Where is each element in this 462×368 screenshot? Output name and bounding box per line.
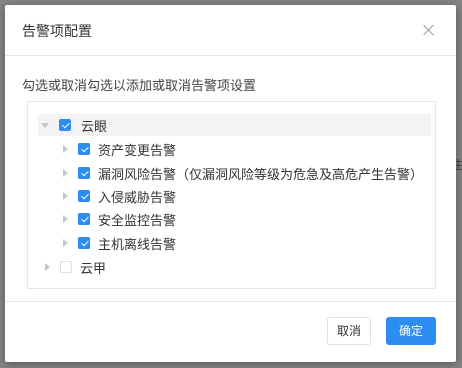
alert-config-dialog: 告警项配置 勾选或取消勾选以添加或取消告警项设置 云眼 资产变更告警 漏洞风险告…: [5, 5, 456, 362]
confirm-button[interactable]: 确定: [386, 317, 436, 345]
tree-node-label: 云甲: [80, 261, 107, 277]
close-icon[interactable]: [422, 23, 436, 37]
tree-node-label: 资产变更告警: [98, 143, 177, 159]
tree-node-security-monitor[interactable]: 安全监控告警: [63, 208, 176, 230]
dialog-title: 告警项配置: [22, 24, 92, 40]
collapse-caret-icon[interactable]: [63, 145, 68, 153]
tree-node-vulnerability[interactable]: 漏洞风险告警（仅漏洞风险等级为危急及高危产生告警）: [63, 162, 423, 184]
dialog-description: 勾选或取消勾选以添加或取消告警项设置: [22, 79, 257, 94]
tree-node-asset-change[interactable]: 资产变更告警: [63, 138, 176, 160]
collapse-caret-icon[interactable]: [63, 215, 68, 223]
checkbox-yunyan[interactable]: [59, 119, 71, 131]
expand-caret-icon[interactable]: [41, 122, 49, 128]
checkbox-vulnerability[interactable]: [78, 167, 90, 179]
tree-node-intrusion[interactable]: 入侵威胁告警: [63, 185, 176, 207]
tree-node-yunyan[interactable]: 云眼: [38, 114, 431, 136]
tree-node-label: 入侵威胁告警: [98, 190, 177, 206]
cancel-button[interactable]: 取消: [327, 317, 371, 345]
checkbox-yunjia[interactable]: [60, 261, 72, 273]
checkbox-security-monitor[interactable]: [78, 213, 90, 225]
tree-node-host-offline[interactable]: 主机离线告警: [63, 232, 176, 254]
collapse-caret-icon[interactable]: [45, 263, 50, 271]
dialog-header: 告警项配置: [5, 5, 456, 56]
tree-node-label: 漏洞风险告警（仅漏洞风险等级为危急及高危产生告警）: [98, 167, 424, 183]
tree-node-yunjia[interactable]: 云甲: [45, 256, 106, 278]
checkbox-intrusion[interactable]: [78, 190, 90, 202]
checkbox-asset-change[interactable]: [78, 143, 90, 155]
collapse-caret-icon[interactable]: [63, 169, 68, 177]
footer-divider: [5, 301, 456, 302]
collapse-caret-icon[interactable]: [63, 192, 68, 200]
alert-tree: 云眼 资产变更告警 漏洞风险告警（仅漏洞风险等级为危急及高危产生告警） 入侵威胁…: [27, 101, 436, 289]
tree-node-label: 云眼: [81, 119, 108, 135]
tree-node-label: 主机离线告警: [98, 237, 177, 253]
checkbox-host-offline[interactable]: [78, 237, 90, 249]
tree-node-label: 安全监控告警: [98, 213, 177, 229]
collapse-caret-icon[interactable]: [63, 239, 68, 247]
